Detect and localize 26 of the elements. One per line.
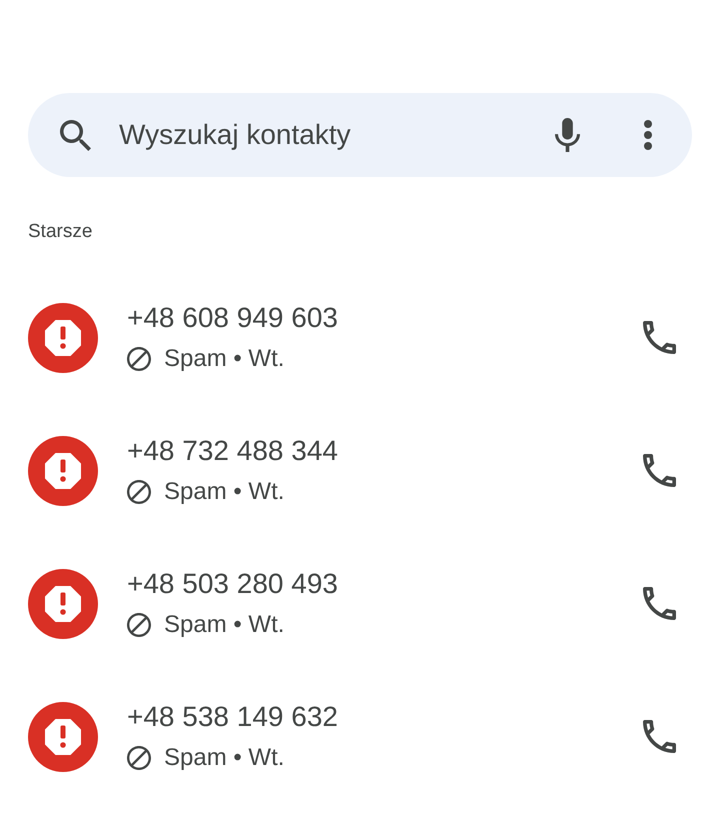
phone-number: +48 538 149 632 [127,700,338,734]
section-header: Starsze [28,220,92,244]
search-field[interactable]: Wyszukaj kontakty [28,93,692,177]
block-icon [127,347,151,371]
block-icon [127,746,151,770]
phone-number: +48 503 280 493 [127,567,338,601]
phone-icon[interactable] [643,454,676,487]
mic-icon[interactable] [555,118,580,152]
phone-icon[interactable] [643,321,676,354]
search-input[interactable]: Wyszukaj kontakty [119,115,547,155]
warning-icon [28,302,98,372]
phone-icon[interactable] [643,720,676,753]
search-icon [60,120,91,150]
phone-number: +48 732 488 344 [127,434,338,468]
call-status: Spam • Wt. [164,610,284,640]
block-icon [127,480,151,504]
call-status: Spam • Wt. [164,743,284,773]
warning-icon [28,436,98,506]
call-status: Spam • Wt. [164,344,284,374]
warning-icon [28,702,98,772]
block-icon [127,613,151,637]
phone-number: +48 608 949 603 [127,301,338,335]
phone-icon[interactable] [643,587,676,620]
more-options-icon[interactable] [644,120,652,150]
warning-icon [28,568,98,638]
call-status: Spam • Wt. [164,477,284,507]
